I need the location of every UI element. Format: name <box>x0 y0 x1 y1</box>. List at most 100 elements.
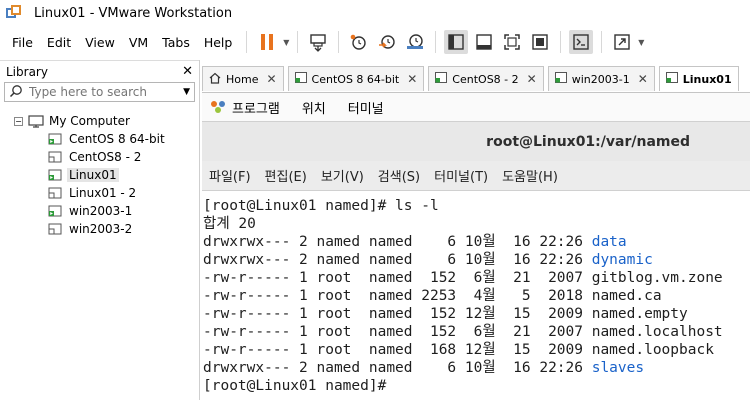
close-icon[interactable]: ✕ <box>638 72 648 86</box>
library-search[interactable]: ▼ <box>4 82 195 102</box>
toolbar-separator <box>435 31 437 53</box>
tree-item[interactable]: win2003-1 <box>0 202 199 220</box>
console-view-icon[interactable] <box>569 30 594 54</box>
search-input[interactable] <box>29 85 179 99</box>
pause-dropdown-icon[interactable]: ▼ <box>281 30 291 54</box>
tree-item[interactable]: Linux01 - 2 <box>0 184 199 202</box>
toolbar-separator <box>601 31 603 53</box>
vm-running-icon <box>48 205 62 217</box>
gnome-menu-places[interactable]: 위치 <box>302 98 326 117</box>
tab[interactable]: Home ✕ <box>202 66 284 91</box>
close-icon[interactable]: ✕ <box>266 72 276 86</box>
terminal-line: -rw-r----- 1 root named 152 6월 21 2007 g… <box>203 269 750 287</box>
terminal-line-text: -rw-r----- 1 root named 152 6월 21 2007 <box>203 324 592 340</box>
terminal-line: [root@Linux01 named]# ls -l <box>203 197 750 215</box>
guest-screen[interactable]: 프로그램 위치 터미널 root@Linux01:/var/named 파일(F… <box>202 92 750 400</box>
terminal-line-text: -rw-r----- 1 root named 152 6월 21 2007 <box>203 270 592 286</box>
terminal-output[interactable]: [root@Linux01 named]# ls -l 합계 20 drwxrwx-… <box>202 191 750 395</box>
tab-bar: Home ✕ CentOS 8 64-bit ✕ CentOS8 - 2 ✕ win2003… <box>202 66 750 92</box>
terminal-line: [root@Linux01 named]# <box>203 377 750 395</box>
vm-icon <box>665 72 678 86</box>
toolbar-separator <box>560 31 562 53</box>
menu-help[interactable]: Help <box>198 35 239 50</box>
file-name: slaves <box>591 360 645 376</box>
vm-running-icon <box>48 133 62 145</box>
terminal-menu-item[interactable]: 검색(S) <box>378 166 420 185</box>
tree-item-label: Linux01 <box>67 168 119 182</box>
terminal-line-text: drwxrwx--- 2 named named 6 10월 16 22:26 <box>203 234 592 250</box>
menu-file[interactable]: File <box>6 35 39 50</box>
stretch-dropdown-icon[interactable]: ▼ <box>636 30 646 54</box>
toolbar-separator <box>246 31 248 53</box>
stretch-guest-icon[interactable] <box>610 30 634 54</box>
toolbar-separator <box>338 31 340 53</box>
revert-snapshot-icon[interactable] <box>375 30 399 54</box>
menu-tabs[interactable]: Tabs <box>156 35 196 50</box>
vm-icon <box>48 187 62 199</box>
gnome-top-bar: 프로그램 위치 터미널 <box>202 93 750 121</box>
file-name: named.empty <box>591 306 688 322</box>
tab[interactable]: CentOS 8 64-bit ✕ <box>287 66 425 91</box>
terminal-line-text: drwxrwx--- 2 named named 6 10월 16 22:26 <box>203 252 592 268</box>
terminal-line-text: [root@Linux01 named]# ls -l <box>203 198 439 214</box>
tree-item[interactable]: Linux01 <box>0 166 199 184</box>
close-icon[interactable]: ✕ <box>527 72 537 86</box>
vm-running-icon <box>48 169 62 181</box>
tree-root-label: My Computer <box>49 114 130 128</box>
tree-item-label: CentOS 8 64-bit <box>69 132 165 146</box>
applications-icon <box>210 98 226 117</box>
tree-item-label: CentOS8 - 2 <box>69 150 142 164</box>
terminal-menu-item[interactable]: 편집(E) <box>265 166 307 185</box>
tab[interactable]: CentOS8 - 2 ✕ <box>428 66 544 91</box>
tree-item[interactable]: CentOS8 - 2 <box>0 148 199 166</box>
terminal-menu-item[interactable]: 도움말(H) <box>502 166 558 185</box>
vm-icon <box>48 151 62 163</box>
search-dropdown-icon[interactable]: ▼ <box>183 87 190 97</box>
library-title: Library <box>6 64 48 79</box>
terminal-menu-item[interactable]: 터미널(T) <box>434 166 488 185</box>
file-name: data <box>591 234 627 250</box>
menu-edit[interactable]: Edit <box>41 35 77 50</box>
collapse-icon[interactable]: − <box>14 116 23 126</box>
terminal-menu-item[interactable]: 보기(V) <box>321 166 364 185</box>
unity-icon[interactable] <box>528 30 552 54</box>
terminal-line-text: drwxrwx--- 2 named named 6 10월 16 22:26 <box>203 360 592 376</box>
terminal-line: drwxrwx--- 2 named named 6 10월 16 22:26 … <box>203 251 750 269</box>
terminal-line-text: -rw-r----- 1 root named 152 12월 15 2009 <box>203 306 592 322</box>
file-name: gitblog.vm.zone <box>591 270 723 286</box>
tree-item[interactable]: CentOS 8 64-bit <box>0 130 199 148</box>
terminal-line: drwxrwx--- 2 named named 6 10월 16 22:26 … <box>203 359 750 377</box>
menu-view[interactable]: View <box>79 35 121 50</box>
terminal-line: 합계 20 <box>203 215 750 233</box>
tree-root-my-computer[interactable]: − My Computer <box>0 112 199 130</box>
send-ctrl-alt-del-icon[interactable] <box>306 30 330 54</box>
thumbnail-view-icon[interactable] <box>472 30 496 54</box>
terminal-title: root@Linux01:/var/named <box>202 121 750 161</box>
vm-tree: − My Computer CentOS 8 64-bit CentOS8 - 2… <box>0 112 199 238</box>
tab[interactable]: win2003-1 ✕ <box>547 66 655 91</box>
tab-label: win2003-1 <box>571 72 630 86</box>
tab[interactable]: Linux01 <box>658 66 739 91</box>
toolbar-separator <box>297 31 299 53</box>
gnome-menu-terminal[interactable]: 터미널 <box>348 98 384 117</box>
snapshot-icon[interactable] <box>347 30 371 54</box>
file-name: named.loopback <box>591 342 714 358</box>
terminal-menu: 파일(F) 편집(E) 보기(V) 검색(S) 터미널(T) 도움말(H) <box>202 161 750 191</box>
library-panel: Library ✕ ▼ − My Computer CentOS 8 64-bi… <box>0 60 200 400</box>
menu-vm[interactable]: VM <box>123 35 154 50</box>
gnome-menu-applications[interactable]: 프로그램 <box>232 98 280 117</box>
menu-toolbar: File Edit View VM Tabs Help ▼ ▼ <box>0 26 750 58</box>
pause-icon[interactable] <box>255 30 279 54</box>
window-title: Linux01 - VMware Workstation <box>34 5 233 21</box>
vm-icon <box>48 223 62 235</box>
close-icon[interactable]: ✕ <box>182 64 193 79</box>
library-view-icon[interactable] <box>444 30 469 54</box>
close-icon[interactable]: ✕ <box>407 72 417 86</box>
tree-item[interactable]: win2003-2 <box>0 220 199 238</box>
terminal-menu-item[interactable]: 파일(F) <box>209 166 251 185</box>
vm-icon <box>554 72 567 86</box>
snapshot-manager-icon[interactable] <box>403 30 427 54</box>
tree-items: CentOS 8 64-bit CentOS8 - 2 Linux01 Linux01… <box>0 130 199 238</box>
fullscreen-icon[interactable] <box>500 30 524 54</box>
terminal-line-text: 합계 20 <box>203 216 256 232</box>
